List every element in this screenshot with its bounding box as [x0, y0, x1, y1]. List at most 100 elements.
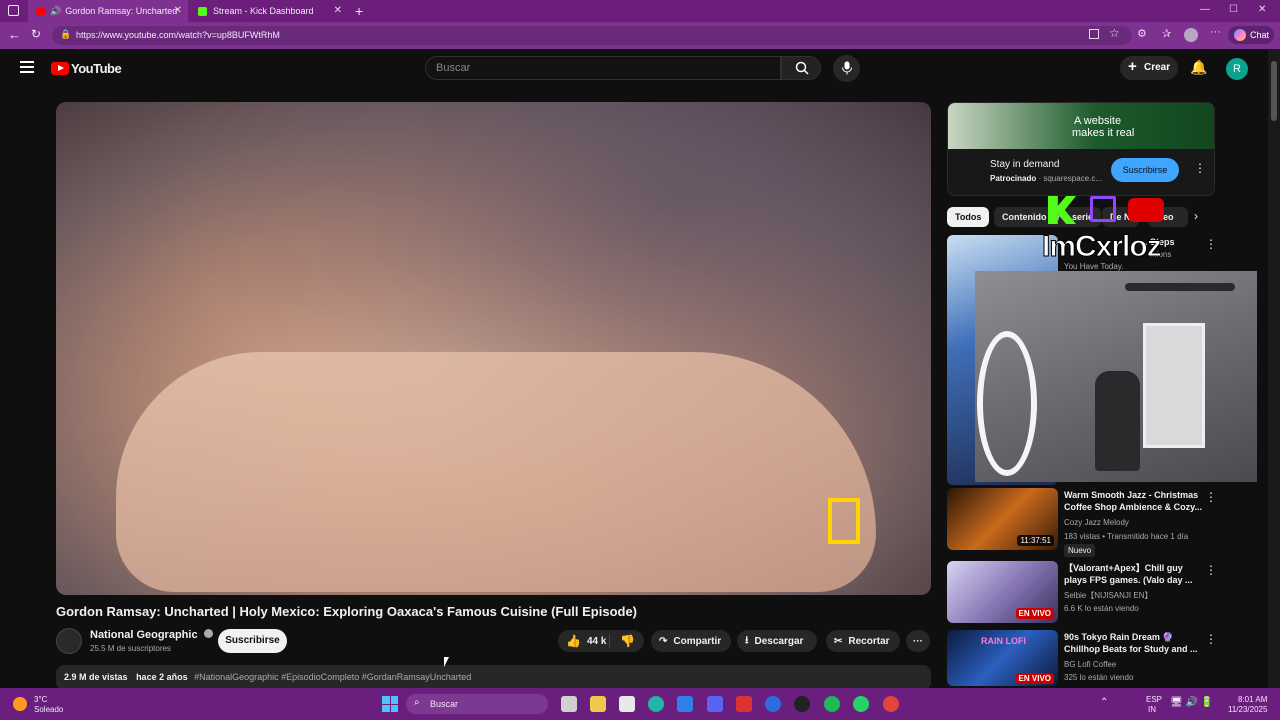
tab-label: Stream - Kick Dashboard	[213, 6, 314, 16]
ring-light	[977, 331, 1037, 476]
hashtags[interactable]: #NationalGeographic #EpisodioCompleto #G…	[194, 672, 471, 682]
chrome-icon[interactable]	[883, 696, 899, 712]
maximize-icon[interactable]: ☐	[1229, 4, 1238, 15]
rec-more-icon[interactable]: ⋮	[1205, 237, 1217, 251]
ad-more-icon[interactable]: ⋮	[1194, 161, 1206, 175]
youtube-logo[interactable]: YouTube	[51, 61, 122, 76]
tab-youtube[interactable]: 🔊 Gordon Ramsay: Uncharted ✕	[28, 0, 188, 22]
tray-chevron-icon[interactable]: ⌃	[1100, 697, 1108, 708]
sponsored-ad[interactable]: A website makes it real Stay in demand P…	[947, 102, 1215, 196]
url-field[interactable]: 🔒 https://www.youtube.com/watch?v=up8BUF…	[52, 26, 1132, 45]
download-icon: ⭳	[745, 634, 749, 646]
obs-icon[interactable]	[794, 696, 810, 712]
natgeo-logo	[828, 498, 860, 544]
chip-todos[interactable]: Todos	[947, 207, 990, 227]
whatsapp-icon[interactable]	[853, 696, 869, 712]
ad-subscribe-button[interactable]: Suscribirse	[1111, 158, 1179, 182]
page-scrollbar[interactable]	[1268, 49, 1280, 688]
rec-channel[interactable]: Selbie【NIJISANJI EN】	[1064, 590, 1152, 601]
notifications-bell-icon[interactable]: 🔔	[1190, 59, 1207, 76]
rec-channel[interactable]: BG Lofi Coffee	[1064, 660, 1116, 669]
search-button[interactable]	[781, 56, 821, 80]
lock-icon: 🔒	[60, 29, 72, 39]
app-blue-icon[interactable]	[765, 696, 781, 712]
refresh-icon[interactable]: ↻	[31, 27, 41, 41]
copilot-chat-button[interactable]: Chat	[1228, 26, 1274, 44]
rec-title[interactable]: 【Valorant+Apex】Chill guy plays FPS games…	[1064, 562, 1202, 586]
rec-title[interactable]: 90s Tokyo Rain Dream 🔮 Chillhop Beats fo…	[1064, 631, 1202, 655]
scrollbar-thumb[interactable]	[1271, 61, 1277, 121]
profile-icon[interactable]	[1184, 28, 1198, 42]
clip-button[interactable]: ✂ Recortar	[826, 630, 900, 652]
rec-more-icon[interactable]: ⋮	[1205, 490, 1217, 504]
door	[1143, 323, 1205, 448]
rec-thumbnail[interactable]: RAIN LOFI EN VIVO	[947, 630, 1058, 686]
extension-icon[interactable]: ⚙	[1137, 27, 1147, 40]
favorites-icon[interactable]: ✰	[1162, 27, 1171, 40]
task-view-icon[interactable]	[561, 696, 577, 712]
video-player[interactable]	[56, 102, 931, 595]
tab-actions-icon[interactable]	[8, 5, 19, 16]
rec-channel[interactable]: Cozy Jazz Melody	[1064, 518, 1129, 527]
share-icon: ↷	[659, 635, 668, 647]
ad-meta: Patrocinado · squarespace.c...	[990, 174, 1103, 183]
taskbar-search[interactable]: ⌕ Buscar	[406, 694, 548, 714]
speaker-icon[interactable]: 🔊	[50, 6, 61, 17]
more-horizontal-icon: ···	[913, 635, 923, 647]
start-windows-icon[interactable]	[382, 696, 398, 712]
rec-thumbnail[interactable]: EN VIVO	[947, 561, 1058, 623]
menu-icon[interactable]	[20, 61, 34, 73]
chips-next-icon[interactable]: ›	[1194, 209, 1198, 223]
dislike-button[interactable]: 👎	[610, 634, 635, 648]
account-avatar[interactable]: R	[1226, 58, 1248, 80]
channel-avatar[interactable]	[56, 628, 82, 654]
description-box[interactable]: 2.9 M de vistas hace 2 años #NationalGeo…	[56, 665, 931, 690]
edge-icon[interactable]	[648, 696, 664, 712]
clock-time[interactable]: 8:01 AM	[1238, 695, 1267, 704]
more-icon[interactable]: ···	[1210, 26, 1221, 38]
download-button[interactable]: ⭳ Descargar	[737, 630, 817, 652]
streaming-app-icon[interactable]	[736, 696, 752, 712]
lang-2[interactable]: IN	[1148, 705, 1156, 714]
rec-title[interactable]: Warm Smooth Jazz - Christmas Coffee Shop…	[1064, 489, 1202, 513]
minimize-icon[interactable]: —	[1200, 4, 1210, 15]
clock-date[interactable]: 11/23/2025	[1228, 705, 1267, 714]
webcam-overlay	[975, 271, 1257, 482]
tray-icons[interactable]: 🖥 🔊 🔋	[1170, 697, 1213, 708]
lang-1[interactable]: ESP	[1146, 695, 1162, 704]
favorite-star-icon[interactable]: ☆	[1109, 26, 1120, 40]
subscribe-button[interactable]: Suscribirse	[218, 629, 287, 653]
mail-icon[interactable]	[677, 696, 693, 712]
close-tab-icon[interactable]: ✕	[174, 5, 182, 16]
more-actions-button[interactable]: ···	[906, 630, 930, 652]
spotify-icon[interactable]	[824, 696, 840, 712]
voice-search-button[interactable]	[833, 55, 860, 82]
discord-icon[interactable]	[707, 696, 723, 712]
thumb-text: RAIN LOFI	[981, 636, 1026, 646]
close-window-icon[interactable]: ✕	[1258, 4, 1266, 15]
rec-thumbnail[interactable]: 11:37:51	[947, 488, 1058, 550]
close-tab-icon[interactable]: ✕	[334, 5, 342, 16]
back-icon[interactable]: ←	[8, 27, 21, 42]
store-icon[interactable]	[619, 696, 635, 712]
windows-taskbar: 3°C Soleado ⌕ Buscar ESP IN 8:01 AM 11/2…	[0, 688, 1280, 720]
app-icon[interactable]	[1089, 29, 1099, 39]
create-button[interactable]: + Crear	[1120, 56, 1178, 80]
channel-name[interactable]: National Geographic	[90, 629, 213, 641]
search-input[interactable]: Buscar	[425, 56, 781, 80]
share-label: Compartir	[673, 635, 722, 647]
chip-series[interactable]: Contenido de la serie	[994, 207, 1102, 227]
tab-kick[interactable]: Stream - Kick Dashboard ✕	[190, 0, 348, 22]
like-button[interactable]: 👍 44 k	[558, 634, 610, 648]
rec-more-icon[interactable]: ⋮	[1205, 632, 1217, 646]
share-button[interactable]: ↷ Compartir	[651, 630, 731, 652]
weather-sun-icon[interactable]	[13, 697, 27, 711]
youtube-favicon-icon	[36, 7, 46, 15]
rec-more-icon[interactable]: ⋮	[1205, 563, 1217, 577]
new-tab-icon[interactable]: +	[355, 3, 363, 19]
rec-meta: 6.6 K lo están viendo	[1064, 604, 1139, 613]
scissors-icon: ✂	[834, 635, 843, 647]
logo-text: YouTube	[71, 61, 122, 76]
youtube-play-icon	[51, 62, 69, 75]
file-explorer-icon[interactable]	[590, 696, 606, 712]
